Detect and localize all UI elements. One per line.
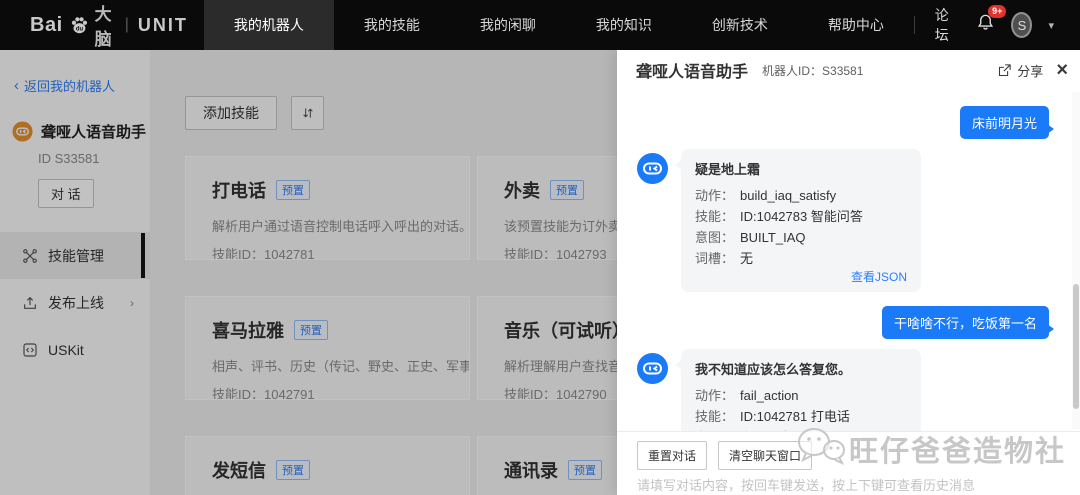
- nav-item-innovation[interactable]: 创新技术: [682, 0, 798, 50]
- bot-reply-card: 我不知道应该怎么答复您。 动作： fail_action 技能： ID:104278…: [675, 349, 921, 431]
- bot-reply-text: 疑是地上霜: [695, 162, 761, 177]
- user-message-bubble: 床前明月光: [959, 106, 1055, 139]
- logo-divider: |: [124, 16, 129, 33]
- chat-scrollbar-thumb[interactable]: [1073, 284, 1079, 409]
- clear-chat-button[interactable]: 清空聊天窗口: [718, 441, 813, 470]
- chat-panel-actions: 分享 ×: [997, 60, 1068, 80]
- app-screen: Bai du 大脑 | UNIT 我的机器人 我的技能 我的闲聊 我的知识 创新…: [0, 0, 1080, 495]
- nav-item-my-skills[interactable]: 我的技能: [334, 0, 450, 50]
- chat-panel-title: 聋哑人语音助手: [636, 64, 749, 81]
- nav-item-my-robots[interactable]: 我的机器人: [203, 0, 334, 50]
- bot-message: 我不知道应该怎么答复您。 动作： fail_action 技能： ID:104278…: [637, 349, 1058, 431]
- logo-text-unit: UNIT: [137, 14, 188, 35]
- field-label: 动作：: [695, 188, 735, 203]
- bot-avatar-icon: [637, 153, 668, 184]
- field-value: ID:1042781 打电话: [740, 409, 850, 424]
- chat-footer-buttons: 重置对话 清空聊天窗口: [637, 441, 1064, 470]
- logo-text-bai: Bai: [30, 13, 63, 36]
- field-label: 意图：: [695, 230, 735, 245]
- field-label: 技能：: [695, 209, 735, 224]
- share-icon: [999, 63, 1011, 76]
- close-icon[interactable]: ×: [1056, 60, 1068, 80]
- chat-panel-header: 聋哑人语音助手 机器人ID：S33581 分享 ×: [617, 50, 1080, 90]
- field-value: fail_action: [740, 388, 799, 403]
- forum-link[interactable]: 论坛: [935, 5, 957, 45]
- logo-text-brain: 大脑: [94, 5, 112, 49]
- svg-text:du: du: [75, 27, 83, 33]
- field-value: build_iaq_satisfy: [740, 188, 837, 203]
- bot-avatar-icon: [637, 353, 668, 384]
- view-json-link[interactable]: 查看JSON: [695, 269, 907, 285]
- chat-scrollbar[interactable]: [1072, 92, 1080, 429]
- chat-message-list: 床前明月光 疑是地上霜 动作： build_iaq_satisfy 技能： ID:1…: [617, 90, 1070, 431]
- field-label: 动作：: [695, 388, 735, 403]
- baidu-unit-logo[interactable]: Bai du 大脑 | UNIT: [30, 0, 188, 50]
- nav-item-my-knowledge[interactable]: 我的知识: [566, 0, 682, 50]
- dim-overlay: [0, 50, 617, 495]
- user-message: 床前明月光: [637, 106, 1058, 139]
- nav-item-my-chitchat[interactable]: 我的闲聊: [450, 0, 566, 50]
- share-label: 分享: [1017, 63, 1044, 79]
- chevron-down-icon[interactable]: ▾: [1048, 19, 1054, 32]
- field-value: 无: [740, 251, 754, 266]
- user-message: 干啥啥不行，吃饭第一名: [637, 306, 1058, 339]
- bot-reply-card: 疑是地上霜 动作： build_iaq_satisfy 技能： ID:1042783…: [675, 149, 921, 292]
- nav-item-help-center[interactable]: 帮助中心: [798, 0, 914, 50]
- chat-test-panel: 聋哑人语音助手 机器人ID：S33581 分享 × 床前明月光 疑是地上霜 动作…: [617, 50, 1080, 495]
- share-button[interactable]: 分享: [997, 61, 1043, 80]
- notification-bell-icon[interactable]: 9+: [976, 5, 1007, 37]
- chat-panel-robot-id: 机器人ID：S33581: [762, 63, 864, 78]
- field-value: BUILT_IAQ: [740, 230, 806, 245]
- bot-reply-text: 我不知道应该怎么答复您。: [695, 362, 852, 377]
- field-label: 词槽：: [695, 251, 735, 266]
- user-avatar[interactable]: S: [1011, 12, 1033, 38]
- field-label: 技能：: [695, 409, 735, 424]
- user-message-bubble: 干啥啥不行，吃饭第一名: [881, 306, 1055, 339]
- chat-footer: 重置对话 清空聊天窗口: [617, 431, 1080, 495]
- baidu-paw-icon: du: [68, 14, 90, 36]
- bot-message: 疑是地上霜 动作： build_iaq_satisfy 技能： ID:1042783…: [637, 149, 1058, 292]
- chat-input[interactable]: [637, 478, 1047, 493]
- reset-dialog-button[interactable]: 重置对话: [637, 441, 708, 470]
- top-navigation-bar: Bai du 大脑 | UNIT 我的机器人 我的技能 我的闲聊 我的知识 创新…: [0, 0, 1080, 50]
- field-value: ID:1042783 智能问答: [740, 209, 863, 224]
- topbar-right-area: 论坛 9+ S ▾: [913, 5, 1080, 45]
- topbar-divider: [913, 16, 915, 34]
- top-nav-menu: 我的机器人 我的技能 我的闲聊 我的知识 创新技术 帮助中心: [203, 0, 914, 50]
- notification-badge: 9+: [988, 5, 1007, 18]
